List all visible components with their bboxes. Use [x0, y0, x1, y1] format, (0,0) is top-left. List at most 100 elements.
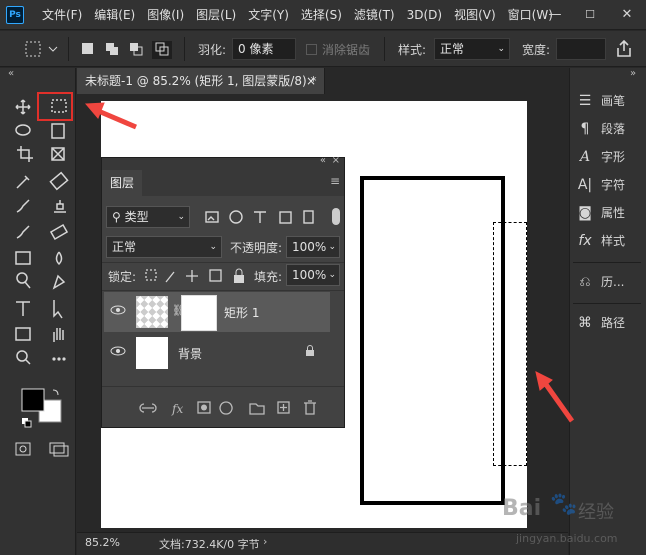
layers-panel: « × 图层 ≡ ⚲ 类型 ⌄ 正常 ⌄ 不透明度: 100% ⌄ 锁定: 填充… — [101, 155, 345, 428]
antialias-checkbox[interactable] — [306, 44, 318, 56]
separator — [184, 37, 185, 61]
eye-icon[interactable] — [110, 345, 126, 360]
tools-panel: « — [0, 68, 76, 555]
properties-icon: ◙ — [578, 205, 592, 221]
close-button[interactable]: ✕ — [612, 0, 642, 30]
chevron-down-icon: ⌄ — [177, 212, 185, 222]
rectangle-shape[interactable] — [360, 176, 505, 505]
panel-paths[interactable]: ⌘ 路径 — [577, 309, 637, 337]
chevron-down-icon: ⌄ — [328, 270, 336, 280]
search-icon: ⚲ — [112, 210, 121, 224]
expand-icon[interactable]: » — [630, 68, 636, 79]
close-icon[interactable]: × — [332, 155, 340, 166]
rect-marquee-preset-icon[interactable] — [24, 40, 60, 58]
layer-actions-icons[interactable]: fx — [138, 398, 324, 418]
brush-icon: ☰ — [578, 93, 592, 109]
menu-edit[interactable]: 编辑(E) — [88, 0, 141, 30]
eye-icon[interactable] — [110, 304, 126, 319]
maximize-button[interactable]: ☐ — [575, 0, 605, 30]
paragraph-icon: ¶ — [580, 121, 590, 137]
filter-type-icons[interactable] — [204, 208, 344, 226]
feather-input[interactable]: 0 像素 — [232, 38, 296, 60]
share-icon[interactable] — [614, 39, 634, 59]
collapse-icon[interactable]: « — [8, 68, 14, 79]
menu-type[interactable]: 文字(Y) — [242, 0, 295, 30]
panel-menu-icon[interactable]: ≡ — [330, 174, 340, 188]
layer-name[interactable]: 背景 — [178, 345, 202, 362]
panel-paragraph[interactable]: ¶ 段落 — [577, 115, 637, 143]
collapse-icon[interactable]: « — [320, 155, 326, 166]
close-tab-icon[interactable]: × — [306, 68, 316, 94]
style-value: 正常 — [440, 42, 465, 56]
selection-mode-icons[interactable] — [80, 41, 176, 59]
layer-mask-thumbnail[interactable] — [181, 295, 217, 331]
chevron-down-icon: ⌄ — [497, 44, 505, 54]
panel-glyphs[interactable]: A 字形 — [577, 143, 637, 171]
menu-bar: Ps 文件(F) 编辑(E) 图像(I) 图层(L) 文字(Y) 选择(S) 滤… — [0, 0, 646, 30]
menu-file[interactable]: 文件(F) — [36, 0, 88, 30]
separator — [384, 37, 385, 61]
style-label: 样式: — [398, 43, 427, 57]
toolbar-icons — [15, 99, 69, 457]
panel-properties[interactable]: ◙ 属性 — [577, 199, 637, 227]
character-icon: A| — [577, 177, 593, 193]
menu-view[interactable]: 视图(V) — [448, 0, 502, 30]
styles-icon: fx — [578, 233, 592, 249]
menu-image[interactable]: 图像(I) — [141, 0, 190, 30]
chevron-right-icon[interactable]: › — [263, 535, 267, 548]
chevron-down-icon: ⌄ — [209, 242, 217, 252]
photoshop-logo[interactable]: Ps — [6, 6, 24, 24]
panel-header-strip: « × — [102, 155, 344, 170]
panel-brush[interactable]: ☰ 画笔 — [577, 87, 637, 115]
document-tab-title: 未标题-1 @ 85.2% (矩形 1, 图层蒙版/8) * — [85, 74, 317, 88]
menu-layer[interactable]: 图层(L) — [190, 0, 242, 30]
document-info[interactable]: 文档:732.4K/0 字节 — [159, 536, 260, 552]
watermark-url: jingyan.baidu.com — [516, 532, 618, 545]
svg-text:fx: fx — [171, 402, 183, 416]
paw-icon: 🐾 — [550, 492, 578, 517]
zoom-level[interactable]: 85.2% — [85, 536, 120, 549]
layer-filter-select[interactable]: ⚲ 类型 ⌄ — [106, 206, 190, 228]
layer-row-rect[interactable]: ⛓ 矩形 1 — [104, 292, 330, 332]
options-bar: 羽化: 0 像素 消除锯齿 样式: 正常 ⌄ 宽度: — [0, 31, 646, 67]
layer-thumbnail — [136, 296, 168, 328]
menu-select[interactable]: 选择(S) — [295, 0, 348, 30]
menu-filter[interactable]: 滤镜(T) — [348, 0, 401, 30]
menu-list: 文件(F) 编辑(E) 图像(I) 图层(L) 文字(Y) 选择(S) 滤镜(T… — [36, 0, 559, 30]
lock-icons[interactable] — [144, 268, 250, 284]
history-icon: ⎌ — [579, 274, 591, 290]
style-select[interactable]: 正常 ⌄ — [434, 38, 510, 60]
layer-thumbnail — [136, 337, 168, 369]
opacity-label: 不透明度: — [230, 241, 283, 255]
separator — [573, 262, 641, 263]
minimize-button[interactable]: — — [540, 0, 570, 30]
tab-layers[interactable]: 图层 — [102, 170, 142, 196]
separator — [102, 386, 344, 387]
menu-3d[interactable]: 3D(D) — [401, 0, 448, 30]
panel-styles[interactable]: fx 样式 — [577, 227, 637, 255]
paths-icon: ⌘ — [578, 315, 592, 331]
fill-label: 填充: — [254, 270, 283, 284]
feather-label: 羽化: — [198, 43, 227, 57]
blend-mode-select[interactable]: 正常 ⌄ — [106, 236, 222, 258]
watermark: Bai 🐾 经验 jingyan.baidu.com — [502, 492, 642, 552]
separator — [102, 262, 344, 263]
layer-name[interactable]: 矩形 1 — [224, 304, 259, 321]
width-input[interactable] — [556, 38, 606, 60]
document-tab[interactable]: 未标题-1 @ 85.2% (矩形 1, 图层蒙版/8) * × — [77, 68, 325, 94]
opacity-input[interactable]: 100% ⌄ — [286, 236, 340, 258]
layer-row-background[interactable]: 背景 — [104, 333, 330, 373]
antialias-label: 消除锯齿 — [322, 43, 371, 57]
separator — [68, 37, 69, 61]
panel-history[interactable]: ⎌ 历... — [577, 268, 637, 296]
panel-character[interactable]: A| 字符 — [577, 171, 637, 199]
separator — [102, 290, 344, 291]
selection-marquee — [493, 222, 527, 466]
lock-icon — [304, 345, 316, 360]
fill-input[interactable]: 100% ⌄ — [286, 264, 340, 286]
watermark-brand2: 经验 — [578, 502, 614, 523]
width-label: 宽度: — [522, 43, 551, 57]
status-bar: 85.2% 文档:732.4K/0 字节 › — [77, 532, 568, 555]
glyphs-icon: A — [579, 149, 591, 165]
lock-label: 锁定: — [108, 270, 137, 284]
